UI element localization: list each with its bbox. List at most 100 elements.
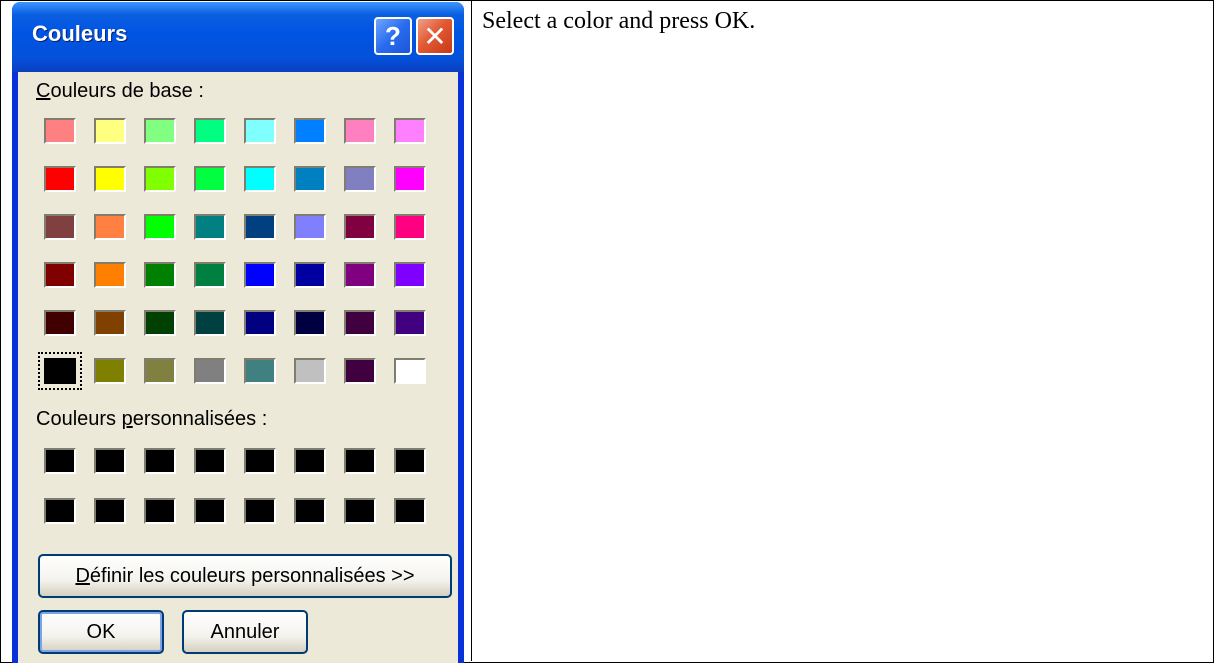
- color-swatch[interactable]: [38, 352, 82, 390]
- color-swatch[interactable]: [188, 208, 232, 246]
- color-swatch[interactable]: [338, 256, 382, 294]
- color-swatch[interactable]: [388, 442, 432, 480]
- color-swatch[interactable]: [238, 304, 282, 342]
- swatch-fill: [94, 448, 126, 474]
- swatch-fill: [394, 448, 426, 474]
- color-swatch[interactable]: [88, 112, 132, 150]
- color-swatch[interactable]: [138, 112, 182, 150]
- swatch-fill: [194, 166, 226, 192]
- close-button[interactable]: ✕: [416, 17, 454, 55]
- color-swatch[interactable]: [388, 112, 432, 150]
- swatch-fill: [244, 214, 276, 240]
- cancel-button[interactable]: Annuler: [182, 610, 308, 654]
- color-swatch[interactable]: [238, 492, 282, 530]
- color-swatch[interactable]: [188, 352, 232, 390]
- swatch-fill: [244, 358, 276, 384]
- color-swatch[interactable]: [138, 352, 182, 390]
- swatch-fill: [344, 448, 376, 474]
- swatch-fill: [144, 166, 176, 192]
- swatch-fill: [244, 262, 276, 288]
- color-swatch[interactable]: [388, 352, 432, 390]
- swatch-fill: [44, 214, 76, 240]
- swatch-fill: [344, 214, 376, 240]
- color-swatch[interactable]: [288, 492, 332, 530]
- color-swatch[interactable]: [388, 160, 432, 198]
- swatch-fill: [394, 262, 426, 288]
- color-swatch[interactable]: [188, 112, 232, 150]
- swatch-fill: [244, 166, 276, 192]
- color-swatch[interactable]: [388, 208, 432, 246]
- color-swatch[interactable]: [288, 208, 332, 246]
- ok-button[interactable]: OK: [38, 610, 164, 654]
- color-swatch[interactable]: [88, 352, 132, 390]
- color-swatch[interactable]: [288, 442, 332, 480]
- swatch-fill: [244, 498, 276, 524]
- color-swatch[interactable]: [238, 256, 282, 294]
- color-swatch[interactable]: [138, 492, 182, 530]
- color-swatch[interactable]: [288, 160, 332, 198]
- swatch-fill: [294, 358, 326, 384]
- color-swatch[interactable]: [138, 256, 182, 294]
- color-swatch[interactable]: [138, 442, 182, 480]
- color-swatch[interactable]: [88, 160, 132, 198]
- color-swatch[interactable]: [188, 160, 232, 198]
- swatch-fill: [294, 118, 326, 144]
- title-bar[interactable]: Couleurs ? ✕: [12, 2, 464, 72]
- dialog-title: Couleurs: [32, 21, 128, 46]
- swatch-fill: [44, 118, 76, 144]
- color-swatch[interactable]: [88, 256, 132, 294]
- swatch-fill: [244, 118, 276, 144]
- help-button[interactable]: ?: [374, 17, 412, 55]
- color-swatch[interactable]: [238, 160, 282, 198]
- color-swatch[interactable]: [288, 352, 332, 390]
- color-swatch[interactable]: [38, 492, 82, 530]
- color-swatch[interactable]: [38, 304, 82, 342]
- color-swatch[interactable]: [338, 304, 382, 342]
- color-swatch[interactable]: [338, 492, 382, 530]
- dialog-body: Couleurs de base : Couleurs personnalisé…: [18, 72, 458, 663]
- color-swatch[interactable]: [338, 160, 382, 198]
- color-swatch[interactable]: [88, 208, 132, 246]
- color-swatch[interactable]: [338, 208, 382, 246]
- color-swatch[interactable]: [188, 304, 232, 342]
- color-swatch[interactable]: [38, 208, 82, 246]
- swatch-fill: [94, 498, 126, 524]
- color-swatch[interactable]: [288, 112, 332, 150]
- question-mark-icon: ?: [385, 20, 401, 51]
- color-swatch[interactable]: [88, 442, 132, 480]
- swatch-fill: [394, 498, 426, 524]
- swatch-fill: [344, 118, 376, 144]
- swatch-fill: [294, 310, 326, 336]
- color-swatch[interactable]: [88, 492, 132, 530]
- color-swatch[interactable]: [38, 160, 82, 198]
- swatch-fill: [244, 448, 276, 474]
- color-swatch[interactable]: [138, 208, 182, 246]
- color-swatch[interactable]: [288, 304, 332, 342]
- color-swatch[interactable]: [188, 492, 232, 530]
- color-swatch[interactable]: [388, 256, 432, 294]
- color-swatch[interactable]: [238, 352, 282, 390]
- color-swatch[interactable]: [388, 492, 432, 530]
- color-swatch[interactable]: [38, 256, 82, 294]
- basic-colors-label: Couleurs de base :: [36, 80, 204, 102]
- color-swatch[interactable]: [38, 442, 82, 480]
- color-swatch[interactable]: [88, 304, 132, 342]
- color-swatch[interactable]: [338, 442, 382, 480]
- color-swatch[interactable]: [238, 208, 282, 246]
- swatch-fill: [44, 310, 76, 336]
- color-swatch[interactable]: [238, 442, 282, 480]
- define-custom-colors-button[interactable]: Définir les couleurs personnalisées >>: [38, 554, 452, 598]
- swatch-fill: [94, 262, 126, 288]
- color-swatch[interactable]: [138, 304, 182, 342]
- swatch-fill: [394, 118, 426, 144]
- color-swatch[interactable]: [238, 112, 282, 150]
- color-swatch[interactable]: [188, 442, 232, 480]
- color-swatch[interactable]: [38, 112, 82, 150]
- color-swatch[interactable]: [188, 256, 232, 294]
- color-swatch[interactable]: [138, 160, 182, 198]
- color-swatch[interactable]: [288, 256, 332, 294]
- swatch-fill: [94, 118, 126, 144]
- color-swatch[interactable]: [338, 352, 382, 390]
- color-swatch[interactable]: [388, 304, 432, 342]
- color-swatch[interactable]: [338, 112, 382, 150]
